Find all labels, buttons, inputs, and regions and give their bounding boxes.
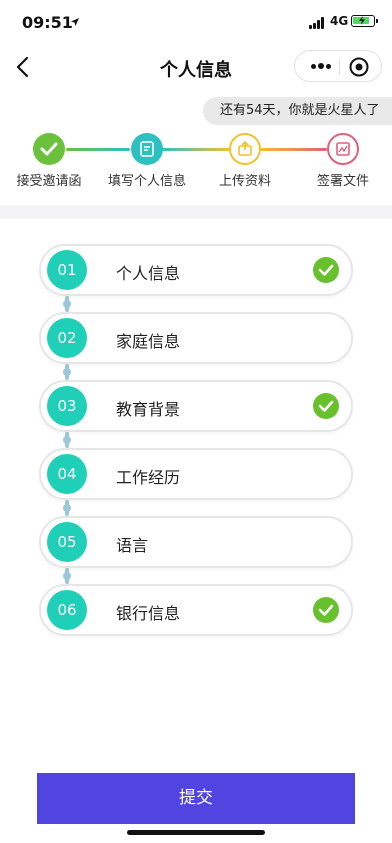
section-item-education[interactable]: 03 教育背景 <box>39 380 353 432</box>
step-4-label: 签署文件 <box>316 174 369 189</box>
section-item-personal[interactable]: 01 个人信息 <box>39 244 353 296</box>
target-icon <box>349 57 369 77</box>
status-bar: 09:51 4G <box>0 0 392 44</box>
step-2-label: 填写个人信息 <box>107 174 186 189</box>
more-button[interactable] <box>303 51 339 81</box>
location-arrow-icon <box>71 18 79 26</box>
status-time: 09:51 <box>22 13 73 32</box>
menu-capsule <box>294 50 382 82</box>
network-type: 4G <box>330 14 349 28</box>
section-label: 银行信息 <box>116 604 181 623</box>
completed-check-icon <box>313 393 339 419</box>
section-item-family[interactable]: 02 家庭信息 <box>39 312 353 364</box>
nav-bar: 个人信息 <box>0 44 392 90</box>
step-3-circle <box>229 133 261 165</box>
list-connector-dot <box>63 504 71 512</box>
countdown-banner: 还有54天，你就是火星人了 <box>203 97 392 125</box>
step-2-circle <box>131 133 163 165</box>
progress-steps: 接受邀请函 填写个人信息 上传资料 签署文件 <box>0 130 392 190</box>
section-number: 04 <box>47 454 87 494</box>
step-3-label: 上传资料 <box>218 174 271 189</box>
step-connector <box>260 148 327 151</box>
section-label: 语言 <box>116 536 149 555</box>
section-divider <box>0 205 392 219</box>
section-label: 工作经历 <box>116 468 181 487</box>
section-item-work[interactable]: 04 工作经历 <box>39 448 353 500</box>
more-dots-icon <box>311 64 316 69</box>
section-item-language[interactable]: 05 语言 <box>39 516 353 568</box>
list-connector-dot <box>63 436 71 444</box>
section-number: 03 <box>47 386 87 426</box>
close-miniapp-button[interactable] <box>347 55 371 79</box>
section-label: 教育背景 <box>116 400 181 419</box>
section-label: 家庭信息 <box>116 332 181 351</box>
step-connector <box>66 148 130 151</box>
battery-icon <box>351 15 378 27</box>
section-number: 05 <box>47 522 87 562</box>
section-number: 02 <box>47 318 87 358</box>
signal-icon <box>309 17 327 29</box>
step-4-circle <box>327 133 359 165</box>
list-connector-dot <box>63 300 71 308</box>
completed-check-icon <box>313 597 339 623</box>
home-indicator <box>127 830 265 835</box>
step-1-circle <box>33 133 65 165</box>
step-connector <box>162 148 230 151</box>
form-icon <box>140 141 154 157</box>
step-1-label: 接受邀请函 <box>16 174 82 189</box>
submit-button[interactable]: 提交 <box>37 773 355 824</box>
completed-check-icon <box>313 257 339 283</box>
section-item-bank[interactable]: 06 银行信息 <box>39 584 353 636</box>
list-connector-dot <box>63 368 71 376</box>
list-connector-dot <box>63 572 71 580</box>
sign-icon <box>336 142 350 156</box>
upload-icon <box>238 140 252 156</box>
section-label: 个人信息 <box>116 264 181 283</box>
check-icon <box>40 142 58 156</box>
section-number: 06 <box>47 590 87 630</box>
capsule-divider <box>339 59 340 75</box>
section-number: 01 <box>47 250 87 290</box>
